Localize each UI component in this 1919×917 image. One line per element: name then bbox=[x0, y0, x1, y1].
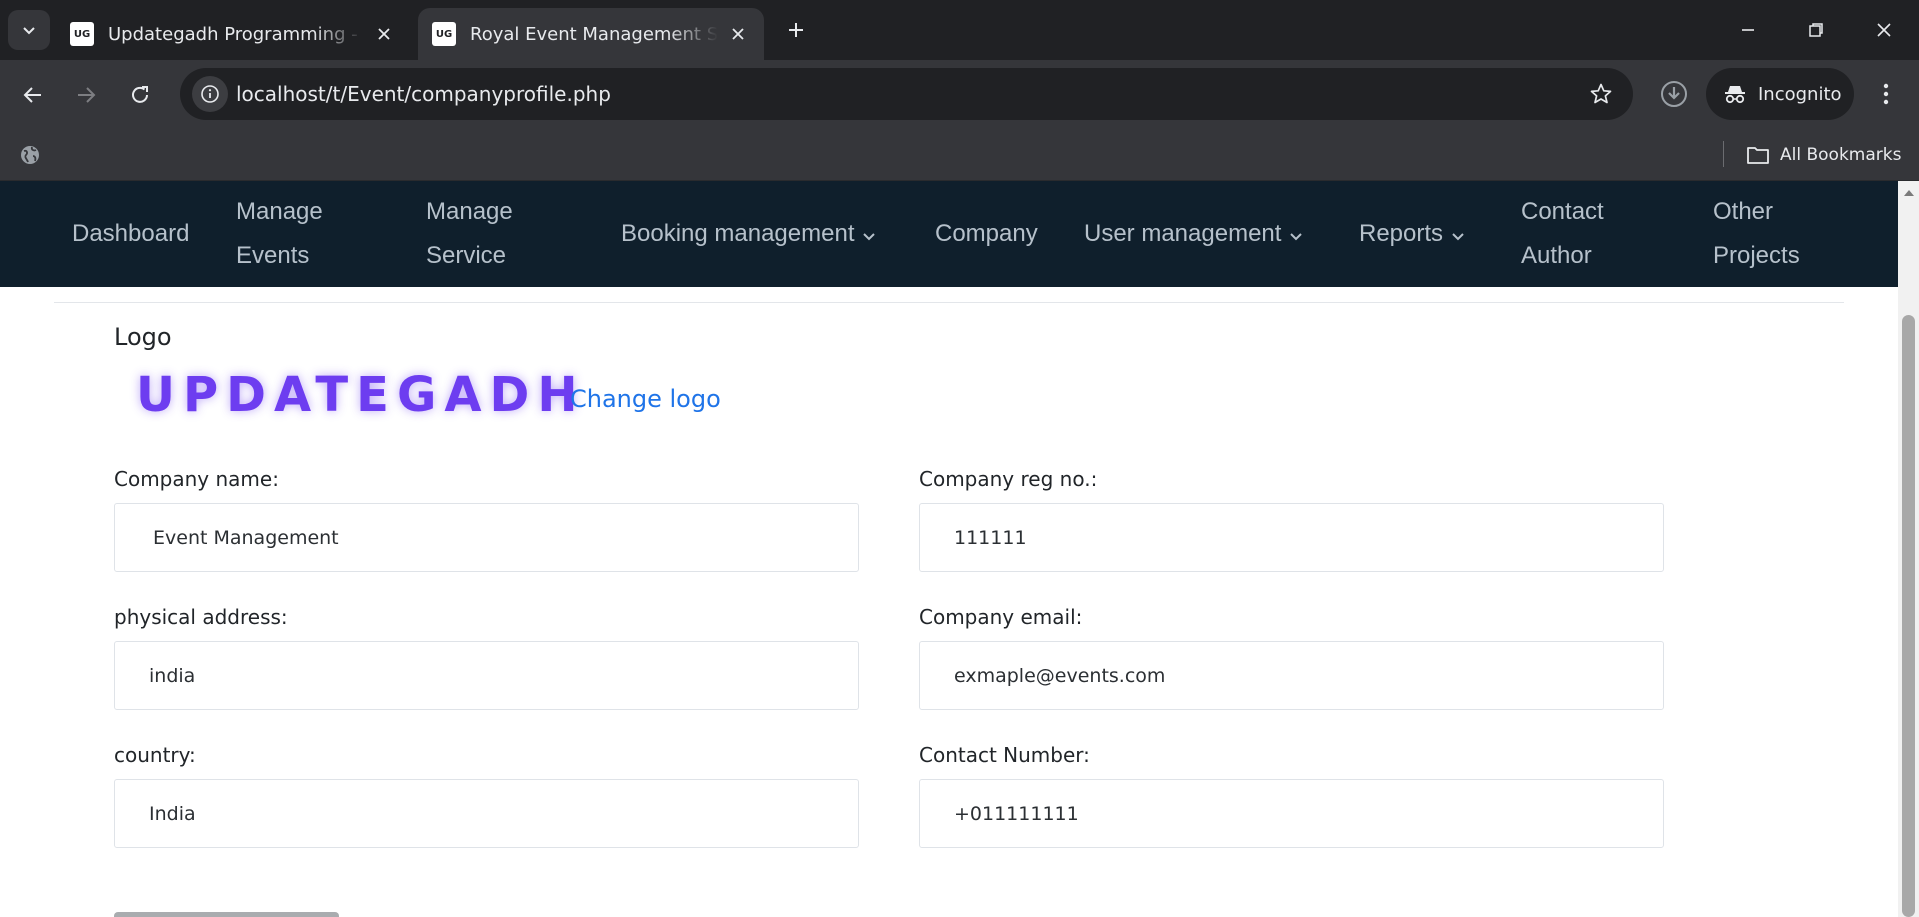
nav-manage-service[interactable]: Manage Service bbox=[426, 190, 513, 278]
reload-icon bbox=[132, 86, 148, 103]
bookmark-item[interactable] bbox=[14, 139, 46, 171]
all-bookmarks-button[interactable]: All Bookmarks bbox=[1746, 129, 1901, 181]
tab-search-button[interactable] bbox=[8, 10, 50, 50]
nav-contact-author-line2: Author bbox=[1521, 242, 1592, 269]
restore-button[interactable] bbox=[1782, 0, 1850, 60]
tab-favicon: UG bbox=[70, 22, 94, 46]
nav-contact-author-line1: Contact bbox=[1521, 198, 1604, 225]
company-email-label: Company email: bbox=[919, 605, 1083, 629]
address-bar[interactable]: localhost/t/Event/companyprofile.php bbox=[180, 68, 1633, 120]
nav-booking-management[interactable]: Booking management bbox=[621, 212, 876, 257]
chevron-down-icon bbox=[862, 213, 876, 257]
globe-icon bbox=[21, 146, 39, 164]
download-icon bbox=[1661, 81, 1687, 107]
star-icon bbox=[1590, 83, 1612, 104]
nav-user-management-label: User management bbox=[1084, 220, 1282, 247]
save-button[interactable] bbox=[114, 912, 339, 917]
minimize-icon bbox=[1742, 29, 1754, 31]
contact-number-input[interactable] bbox=[919, 779, 1664, 848]
minimize-button[interactable] bbox=[1714, 0, 1782, 60]
country-input[interactable] bbox=[114, 779, 859, 848]
physical-address-label: physical address: bbox=[114, 605, 288, 629]
arrow-right-icon bbox=[78, 87, 96, 103]
change-logo-link[interactable]: Change logo bbox=[570, 385, 721, 413]
url-text[interactable]: localhost/t/Event/companyprofile.php bbox=[236, 68, 611, 120]
back-button[interactable] bbox=[13, 75, 53, 115]
browser-toolbar: localhost/t/Event/companyprofile.php Inc… bbox=[0, 60, 1919, 129]
tab-title: Royal Event Management Softw bbox=[470, 23, 718, 45]
close-icon bbox=[1877, 23, 1891, 37]
close-window-button[interactable] bbox=[1850, 0, 1918, 60]
nav-company[interactable]: Company bbox=[935, 212, 1038, 256]
restore-icon bbox=[1809, 23, 1823, 37]
chevron-down-icon bbox=[23, 27, 35, 35]
nav-contact-author[interactable]: Contact Author bbox=[1521, 190, 1604, 278]
browser-tabstrip: UG Updategadh Programming - Up UG Royal … bbox=[0, 0, 1919, 60]
physical-address-input[interactable] bbox=[114, 641, 859, 710]
tab-close-icon[interactable] bbox=[726, 22, 750, 46]
nav-user-management[interactable]: User management bbox=[1084, 212, 1303, 257]
nav-reports[interactable]: Reports bbox=[1359, 212, 1465, 257]
browser-tab-event-management[interactable]: UG Royal Event Management Softw bbox=[418, 8, 764, 60]
company-logo: UPDATEGADH bbox=[136, 367, 586, 423]
company-name-input[interactable] bbox=[114, 503, 859, 572]
nav-manage-events-line2: Events bbox=[236, 242, 310, 269]
nav-other-projects-line2: Projects bbox=[1713, 242, 1800, 269]
incognito-icon bbox=[1725, 86, 1745, 104]
tab-close-icon[interactable] bbox=[372, 22, 396, 46]
reload-button[interactable] bbox=[120, 75, 160, 115]
info-icon bbox=[201, 85, 219, 103]
page-scrollbar[interactable] bbox=[1898, 181, 1919, 917]
browser-menu-button[interactable] bbox=[1868, 74, 1904, 114]
scrollbar-thumb[interactable] bbox=[1902, 315, 1915, 917]
arrow-left-icon bbox=[23, 87, 41, 103]
scroll-up-arrow-icon[interactable] bbox=[1898, 185, 1919, 201]
nav-manage-service-line2: Service bbox=[426, 242, 507, 269]
logo-label: Logo bbox=[114, 323, 172, 351]
folder-icon bbox=[1747, 147, 1769, 164]
more-vertical-icon bbox=[1883, 83, 1889, 105]
incognito-indicator[interactable]: Incognito bbox=[1706, 68, 1854, 120]
section-divider bbox=[54, 302, 1844, 303]
nav-booking-management-label: Booking management bbox=[621, 220, 855, 247]
nav-dashboard[interactable]: Dashboard bbox=[72, 212, 189, 256]
nav-other-projects[interactable]: Other Projects bbox=[1713, 190, 1800, 278]
new-tab-button[interactable] bbox=[780, 14, 812, 46]
incognito-label: Incognito bbox=[1758, 83, 1842, 105]
nav-manage-events[interactable]: Manage Events bbox=[236, 190, 323, 278]
country-label: country: bbox=[114, 743, 196, 767]
company-reg-input[interactable] bbox=[919, 503, 1664, 572]
all-bookmarks-label: All Bookmarks bbox=[1780, 145, 1902, 165]
company-email-input[interactable] bbox=[919, 641, 1664, 710]
nav-reports-label: Reports bbox=[1359, 220, 1444, 247]
forward-button[interactable] bbox=[66, 75, 106, 115]
bookmarks-bar: All Bookmarks bbox=[0, 129, 1919, 181]
site-info-button[interactable] bbox=[192, 76, 228, 112]
nav-manage-service-line1: Manage bbox=[426, 198, 513, 225]
site-navbar: Dashboard Manage Events Manage Service B… bbox=[0, 181, 1898, 287]
contact-number-label: Contact Number: bbox=[919, 743, 1090, 767]
bookmarks-separator bbox=[1723, 141, 1724, 167]
page-viewport: Dashboard Manage Events Manage Service B… bbox=[0, 181, 1898, 917]
browser-tab-updategadh[interactable]: UG Updategadh Programming - Up bbox=[56, 8, 410, 60]
nav-other-projects-line1: Other bbox=[1713, 198, 1774, 225]
bookmark-star-button[interactable] bbox=[1587, 80, 1615, 108]
downloads-button[interactable] bbox=[1654, 74, 1694, 114]
tab-title: Updategadh Programming - Up bbox=[108, 23, 364, 45]
plus-icon bbox=[789, 23, 803, 37]
company-reg-label: Company reg no.: bbox=[919, 467, 1098, 491]
tab-favicon: UG bbox=[432, 22, 456, 46]
chevron-down-icon bbox=[1451, 213, 1465, 257]
chevron-down-icon bbox=[1289, 213, 1303, 257]
company-name-label: Company name: bbox=[114, 467, 279, 491]
nav-manage-events-line1: Manage bbox=[236, 198, 323, 225]
